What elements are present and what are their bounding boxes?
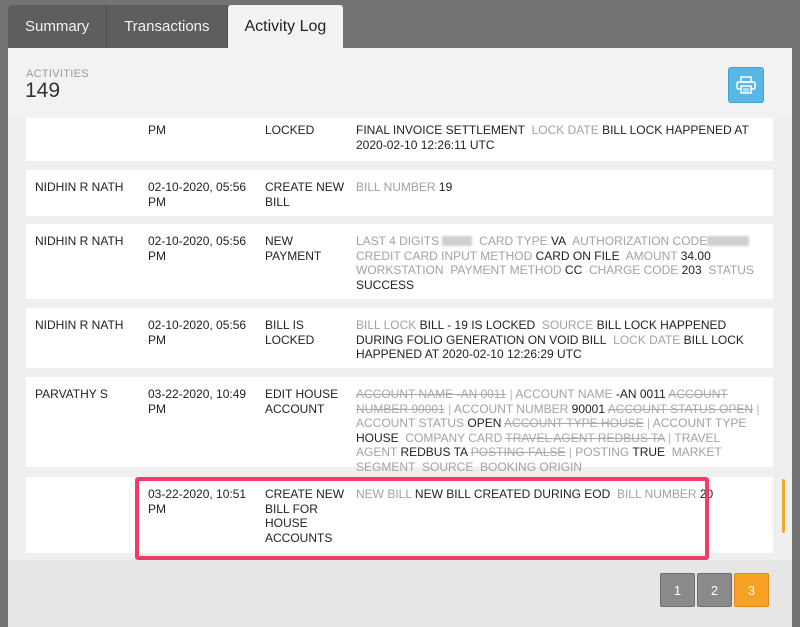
row-date: 02-10-2020, 05:56 PM [148,180,247,209]
activities-count: 149 [25,79,61,102]
page-button-3[interactable]: 3 [734,573,769,607]
tab-activity-log[interactable]: Activity Log [227,5,344,48]
row-date: 03-22-2020, 10:49 PM [148,387,247,416]
table-row: PM LOCKED FINAL INVOICE SETTLEMENT LOCK … [26,118,773,161]
row-details: BILL LOCK BILL - 19 IS LOCKED SOURCE BIL… [356,318,744,361]
table-row: NIDHIN R NATH 02-10-2020, 05:56 PM CREAT… [26,170,773,216]
row-action: CREATE NEW BILL [265,180,345,209]
print-button[interactable] [728,67,764,103]
activity-header: ACTIVITIES 149 [8,48,792,118]
row-details: ACCOUNT NAME -AN 0011 | ACCOUNT NAME -AN… [356,387,760,474]
tab-bar: Summary Transactions Activity Log [8,5,344,48]
redacted-value [707,236,750,246]
row-details: LAST 4 DIGITS CARD TYPE VA AUTHORIZATION… [356,234,754,292]
page-button-2[interactable]: 2 [697,573,732,607]
row-user: NIDHIN R NATH [35,318,124,332]
table-row: NIDHIN R NATH 02-10-2020, 05:56 PM BILL … [26,308,773,368]
table-row: NIDHIN R NATH 02-10-2020, 05:56 PM NEW P… [26,224,773,299]
table-row: 03-22-2020, 10:51 PM CREATE NEW BILL FOR… [26,477,773,553]
table-row: PARVATHY S 03-22-2020, 10:49 PM EDIT HOU… [26,377,773,474]
scrollbar-thumb[interactable] [782,479,785,533]
row-details: FINAL INVOICE SETTLEMENT LOCK DATE BILL … [356,123,749,152]
row-date: PM [148,123,166,137]
activity-list[interactable]: PM LOCKED FINAL INVOICE SETTLEMENT LOCK … [8,118,792,560]
row-date: 02-10-2020, 05:56 PM [148,234,247,263]
row-user: PARVATHY S [35,387,108,401]
row-action: LOCKED [265,123,315,137]
row-date: 03-22-2020, 10:51 PM [148,487,247,516]
row-details: BILL NUMBER 19 [356,180,453,194]
print-icon [736,76,756,94]
tab-summary[interactable]: Summary [8,5,108,48]
row-action: EDIT HOUSE ACCOUNT [265,387,339,416]
row-user: NIDHIN R NATH [35,180,124,194]
page-button-1[interactable]: 1 [660,573,695,607]
pagination: 1 2 3 [660,573,771,607]
row-action: NEW PAYMENT [265,234,322,263]
row-action: CREATE NEW BILL FOR HOUSE ACCOUNTS [265,487,345,545]
row-action: BILL IS LOCKED [265,318,315,347]
activity-log-panel: ACTIVITIES 149 PM LOCKED FINAL INVOICE S… [8,48,792,627]
row-user: NIDHIN R NATH [35,234,124,248]
redacted-value [442,236,473,246]
row-date: 02-10-2020, 05:56 PM [148,318,247,347]
row-details: NEW BILL NEW BILL CREATED DURING EOD BIL… [356,487,714,501]
tab-transactions[interactable]: Transactions [107,5,228,48]
